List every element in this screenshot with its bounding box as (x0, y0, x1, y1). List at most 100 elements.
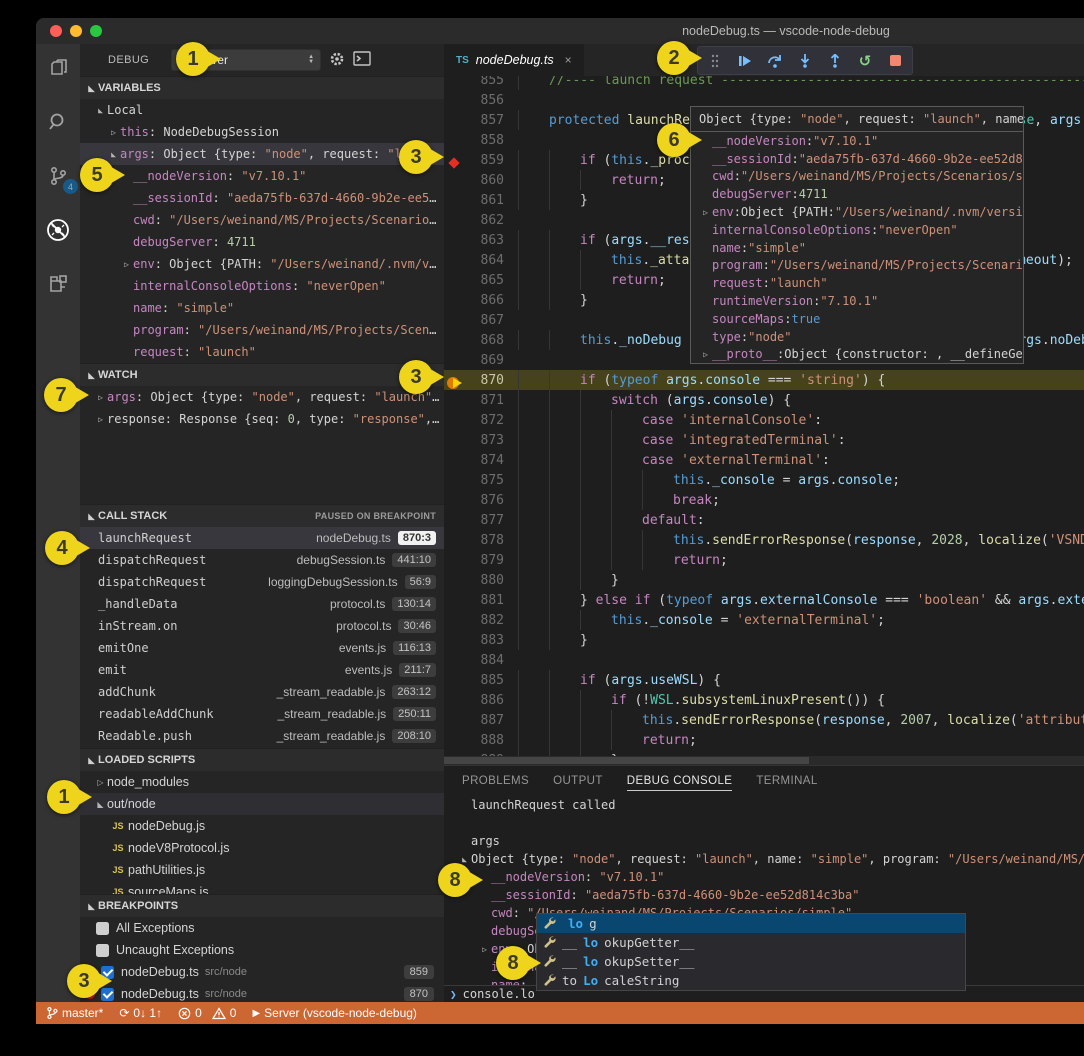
variable-row[interactable]: ◣args: Object {type: "node", request: "l… (80, 143, 444, 165)
open-debug-console-icon[interactable] (353, 51, 371, 69)
stack-frame[interactable]: inStream.onprotocol.ts30:46 (80, 615, 444, 637)
stack-frame[interactable]: Readable.push_stream_readable.js208:10 (80, 725, 444, 747)
code-line[interactable]: 875this._console = args.console; (444, 470, 1084, 490)
code-line[interactable]: 882this._console = 'externalTerminal'; (444, 610, 1084, 630)
code-line[interactable]: 886if (!WSL.subsystemLinuxPresent()) { (444, 690, 1084, 710)
loaded-scripts-section-header[interactable]: ◣LOADED SCRIPTS (80, 748, 444, 771)
variable-row[interactable]: program: "/Users/weinand/MS/Projects/Sce… (80, 319, 444, 341)
configure-gear-icon[interactable] (329, 51, 345, 70)
code-line[interactable]: 877default: (444, 510, 1084, 530)
script-row[interactable]: JSnodeV8Protocol.js (80, 837, 444, 859)
variable-row[interactable]: request: "launch" (80, 341, 444, 363)
source-control-icon[interactable]: 4 (44, 162, 72, 190)
code-editor[interactable]: 855//---- launch request ---------------… (444, 76, 1084, 765)
suggest-item[interactable]: __lookupSetter__ (537, 952, 965, 971)
tab-debug-console[interactable]: DEBUG CONSOLE (627, 775, 733, 791)
stack-frame[interactable]: emitevents.js211:7 (80, 659, 444, 681)
close-tab-icon[interactable]: × (565, 53, 572, 67)
tab-terminal[interactable]: TERMINAL (756, 775, 817, 787)
code-line[interactable]: 881} else if (typeof args.externalConsol… (444, 590, 1084, 610)
exception-toggle-row[interactable]: Uncaught Exceptions (80, 939, 444, 961)
code-line[interactable]: 883} (444, 630, 1084, 650)
script-row[interactable]: JSpathUtilities.js (80, 859, 444, 881)
variable-row[interactable]: cwd: "/Users/weinand/MS/Projects/Scenari… (80, 209, 444, 231)
step-into-icon[interactable] (797, 53, 813, 69)
tab-problems[interactable]: PROBLEMS (462, 775, 529, 787)
hover-variable-row[interactable]: runtimeVersion: "7.10.1" (691, 292, 1023, 310)
hover-variable-row[interactable]: program: "/Users/weinand/MS/Projects/Sce… (691, 257, 1023, 275)
toolbar-drag-grip[interactable] (707, 53, 723, 69)
hover-variable-row[interactable]: __nodeVersion: "v7.10.1" (691, 132, 1023, 150)
suggest-item[interactable]: __lookupGetter__ (537, 933, 965, 952)
git-branch-item[interactable]: master* (46, 1006, 103, 1020)
stack-frame[interactable]: addChunk_stream_readable.js263:12 (80, 681, 444, 703)
watch-row[interactable]: ▷response: Response {seq: 0, type: "resp… (80, 408, 444, 430)
exception-toggle-row[interactable]: All Exceptions (80, 917, 444, 939)
hover-variable-row[interactable]: ▷__proto__: Object {constructor: , __def… (691, 346, 1023, 364)
variable-row[interactable]: __sessionId: "aeda75fb-637d-4660-9b2e-ee… (80, 187, 444, 209)
variable-row[interactable]: internalConsoleOptions: "neverOpen" (80, 275, 444, 297)
maximize-window-button[interactable] (90, 25, 102, 37)
extensions-icon[interactable] (44, 270, 72, 298)
watch-row[interactable]: ▷args: Object {type: "node", request: "l… (80, 386, 444, 408)
hover-variable-row[interactable]: debugServer: 4711 (691, 185, 1023, 203)
callstack-section-header[interactable]: ◣CALL STACK PAUSED ON BREAKPOINT (80, 504, 444, 527)
script-row[interactable]: ▷node_modules (80, 771, 444, 793)
hover-variable-row[interactable]: ▷env: Object {PATH: "/Users/weinand/.nvm… (691, 203, 1023, 221)
variable-row[interactable]: __nodeVersion: "v7.10.1" (80, 165, 444, 187)
code-line[interactable]: 873case 'integratedTerminal': (444, 430, 1084, 450)
code-line[interactable]: 874case 'externalTerminal': (444, 450, 1084, 470)
close-window-button[interactable] (50, 25, 62, 37)
variable-row[interactable]: ▷env: Object {PATH: "/Users/weinand/.nvm… (80, 253, 444, 275)
step-over-icon[interactable] (767, 53, 783, 69)
tab-output[interactable]: OUTPUT (553, 775, 603, 787)
code-line[interactable]: 887this.sendErrorResponse(response, 2007… (444, 710, 1084, 730)
suggest-item[interactable]: toLocaleString (537, 971, 965, 990)
explorer-icon[interactable] (44, 54, 72, 82)
variable-row[interactable]: ◣Local (80, 99, 444, 121)
code-line[interactable]: 871switch (args.console) { (444, 390, 1084, 410)
debug-status-item[interactable]: ▶ Server (vscode-node-debug) (252, 1006, 416, 1020)
code-line[interactable]: 870if (typeof args.console === 'string')… (444, 370, 1084, 390)
suggest-item[interactable]: log (537, 914, 965, 933)
continue-icon[interactable] (737, 53, 753, 69)
hover-variable-row[interactable]: name: "simple" (691, 239, 1023, 257)
stack-frame[interactable]: dispatchRequestloggingDebugSession.ts56:… (80, 571, 444, 593)
breakpoints-section-header[interactable]: ◣BREAKPOINTS (80, 894, 444, 917)
stack-frame[interactable]: emitOneevents.js116:13 (80, 637, 444, 659)
code-line[interactable]: 855//---- launch request ---------------… (444, 76, 1084, 90)
code-line[interactable]: 884 (444, 650, 1084, 670)
stack-frame[interactable]: dispatchRequestdebugSession.ts441:10 (80, 549, 444, 571)
stop-icon[interactable] (887, 53, 903, 69)
breakpoint-row[interactable]: nodeDebug.tssrc/node859 (80, 961, 444, 983)
variables-section-header[interactable]: ◣VARIABLES (80, 76, 444, 99)
minimize-window-button[interactable] (70, 25, 82, 37)
restart-icon[interactable]: ↺ (857, 53, 873, 69)
script-row[interactable]: JSnodeDebug.js (80, 815, 444, 837)
hover-variable-row[interactable]: __sessionId: "aeda75fb-637d-4660-9b2e-ee… (691, 150, 1023, 168)
hover-variable-row[interactable]: request: "launch" (691, 274, 1023, 292)
stack-frame[interactable]: _handleDataprotocol.ts130:14 (80, 593, 444, 615)
code-line[interactable]: 888return; (444, 730, 1084, 750)
variable-row[interactable]: ▷this: NodeDebugSession (80, 121, 444, 143)
variable-row[interactable]: debugServer: 4711 (80, 231, 444, 253)
console-row[interactable]: ◣Object {type: "node", request: "launch"… (458, 850, 1084, 868)
horizontal-scrollbar[interactable] (444, 756, 1084, 765)
problems-item[interactable]: 0 0 (178, 1006, 236, 1020)
code-line[interactable]: 885if (args.useWSL) { (444, 670, 1084, 690)
code-line[interactable]: 880} (444, 570, 1084, 590)
search-icon[interactable] (44, 108, 72, 136)
tab-nodedebug-ts[interactable]: TS nodeDebug.ts × (444, 44, 584, 76)
code-line[interactable]: 878this.sendErrorResponse(response, 2028… (444, 530, 1084, 550)
stack-frame[interactable]: readableAddChunk_stream_readable.js250:1… (80, 703, 444, 725)
breakpoint-row[interactable]: nodeDebug.tssrc/node870 (80, 983, 444, 1002)
script-row[interactable]: JSsourceMaps.js (80, 881, 444, 894)
code-line[interactable]: 876break; (444, 490, 1084, 510)
hover-variable-row[interactable]: type: "node" (691, 328, 1023, 346)
code-line[interactable]: 879return; (444, 550, 1084, 570)
watch-section-header[interactable]: ◣WATCH (80, 363, 444, 386)
code-line[interactable]: 872case 'internalConsole': (444, 410, 1084, 430)
script-row[interactable]: ◣out/node (80, 793, 444, 815)
stack-frame[interactable]: launchRequestnodeDebug.ts870:3 (80, 527, 444, 549)
sync-item[interactable]: ⟳ 0↓ 1↑ (119, 1006, 162, 1020)
